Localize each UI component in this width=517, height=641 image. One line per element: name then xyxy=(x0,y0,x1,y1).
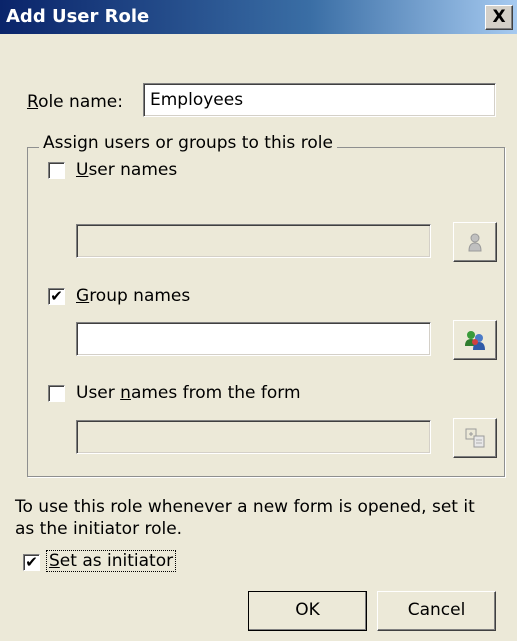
form-user-names-label: User names from the form xyxy=(76,383,301,403)
select-groups-button[interactable] xyxy=(453,320,497,360)
cancel-button[interactable]: Cancel xyxy=(377,591,496,631)
form-user-names-checkbox[interactable] xyxy=(48,385,65,402)
form-fields-icon xyxy=(465,428,485,448)
initiator-hint-line1: To use this role whenever a new form is … xyxy=(15,497,475,517)
group-names-label: Group names xyxy=(76,286,191,306)
group-names-check-mark: ✔ xyxy=(50,287,63,305)
close-button[interactable]: X xyxy=(485,5,513,30)
assign-users-legend: Assign users or groups to this role xyxy=(39,133,337,153)
group-names-checkbox[interactable]: ✔ xyxy=(48,288,65,305)
select-form-fields-button[interactable] xyxy=(453,418,497,458)
user-icon xyxy=(468,233,482,252)
window-title: Add User Role xyxy=(6,6,150,27)
initiator-hint-line2: as the initiator role. xyxy=(15,519,183,539)
user-names-label: User names xyxy=(76,160,178,180)
form-user-names-input[interactable] xyxy=(76,420,431,454)
select-users-button[interactable] xyxy=(453,222,497,262)
set-as-initiator-label: Set as initiator xyxy=(46,550,177,572)
title-bar: Add User Role X xyxy=(0,0,517,34)
group-names-input[interactable] xyxy=(76,322,431,356)
ok-button[interactable]: OK xyxy=(248,591,367,631)
user-names-checkbox[interactable] xyxy=(48,162,65,179)
role-name-input[interactable] xyxy=(143,83,496,117)
role-name-label: Role name: xyxy=(27,92,123,112)
set-as-initiator-checkbox[interactable]: ✔ xyxy=(23,554,40,571)
user-names-input[interactable] xyxy=(76,224,431,258)
set-as-initiator-check-mark: ✔ xyxy=(25,553,38,571)
users-group-icon xyxy=(465,331,485,350)
